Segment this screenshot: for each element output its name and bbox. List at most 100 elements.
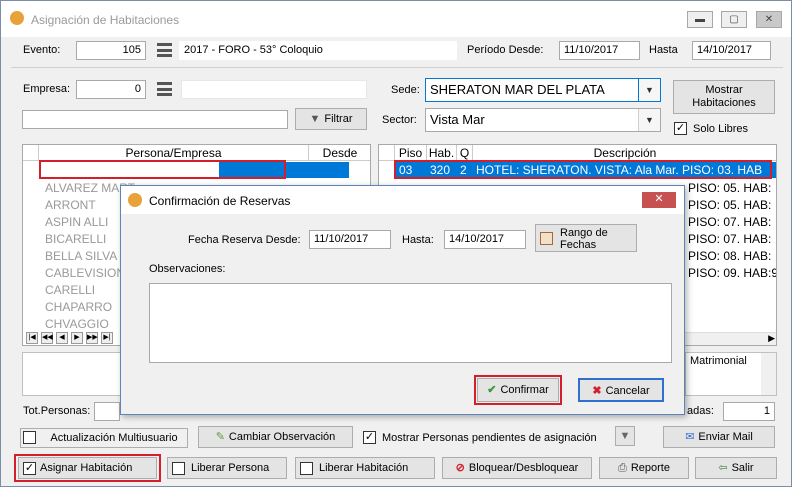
matrimonial-label: Matrimonial (690, 355, 747, 367)
edit-note-icon: ✎ (215, 431, 225, 444)
nav-prev-icon[interactable]: ◀ (56, 332, 68, 344)
close-button[interactable]: ✕ (756, 11, 782, 28)
filtrar-label: Filtrar (324, 113, 353, 125)
nav-next-icon[interactable]: ▶ (71, 332, 83, 344)
empresa-menu-icon[interactable] (157, 82, 172, 96)
cambiar-observacion-button[interactable]: ✎ Cambiar Observación (198, 426, 353, 448)
exit-icon: ⇦ (718, 462, 728, 475)
close-icon: ✖ (592, 385, 602, 398)
evento-input[interactable]: 105 (76, 41, 146, 60)
fecha-desde-input[interactable]: 11/10/2017 (309, 230, 391, 249)
selection-highlight (39, 160, 286, 179)
fecha-hasta-label: Hasta: (402, 234, 434, 246)
liberar-persona-label: Liberar Persona (191, 462, 270, 474)
checkbox-icon (300, 461, 313, 475)
search-input[interactable] (22, 110, 288, 129)
mostrar-pendientes-label: Mostrar Personas pendientes de asignació… (382, 432, 597, 444)
window-title: Asignación de Habitaciones (31, 13, 180, 27)
table-row[interactable]: CHVAGGIO (23, 316, 109, 332)
grid-corner (23, 145, 39, 161)
filter-icon: ▼ (309, 113, 321, 126)
table-row[interactable]: CHAPARRO (23, 299, 112, 315)
observaciones-textarea[interactable] (149, 283, 672, 363)
enviar-mail-button[interactable]: ✉ Enviar Mail (663, 426, 775, 448)
asignadas-input: 1 (723, 402, 775, 421)
fecha-hasta-input[interactable]: 14/10/2017 (444, 230, 526, 249)
minimize-button[interactable]: ▬ (687, 11, 713, 28)
liberar-habitacion-button[interactable]: Liberar Habitación (295, 457, 435, 479)
sector-select[interactable]: Vista Mar ▼ (425, 108, 661, 132)
mostrar-habitaciones-button[interactable]: Mostrar Habitaciones (673, 80, 775, 114)
table-row[interactable]: ARRONT (23, 197, 96, 213)
col-piso[interactable]: Piso (395, 145, 427, 161)
table-row[interactable]: PISO: 07. HAB: (688, 231, 771, 247)
empresa-name-field (181, 80, 367, 99)
col-desde[interactable]: Desde (309, 145, 370, 161)
table-row[interactable]: BICARELLI (23, 231, 106, 247)
cancelar-label: Cancelar (605, 385, 650, 397)
chevron-down-icon[interactable]: ▼ (638, 79, 660, 101)
table-row[interactable]: PISO: 05. HAB: (688, 180, 771, 196)
periodo-hasta-input[interactable]: 14/10/2017 (692, 41, 771, 60)
table-row[interactable]: PISO: 08. HAB: (688, 248, 771, 264)
checkbox-icon (172, 461, 185, 475)
filtrar-button[interactable]: ▼ Filtrar (295, 108, 367, 130)
app-icon (10, 11, 24, 25)
actualizacion-multiusuario[interactable]: Actualización Multiusuario (20, 428, 188, 448)
table-row[interactable]: BELLA SILVA (23, 248, 117, 264)
periodo-hasta-label: Hasta (649, 44, 678, 56)
solo-libres-label: Solo Libres (693, 123, 749, 135)
filter-icon[interactable]: ▼ (615, 426, 635, 446)
tot-personas-label: Tot.Personas: (23, 405, 91, 417)
rango-fechas-label: Rango de Fechas (560, 227, 608, 251)
nav-next-page-icon[interactable]: ▶▶ (86, 332, 98, 344)
evento-description: 2017 - FORO - 53° Coloquio (179, 41, 457, 60)
sede-label: Sede: (391, 84, 420, 96)
nav-prev-page-icon[interactable]: ◀◀ (41, 332, 53, 344)
empresa-label: Empresa: (23, 83, 71, 95)
title-bar: Asignación de Habitaciones ▬ ▢ ✕ (1, 1, 791, 37)
bloquear-button[interactable]: ⊘ Bloquear/Desbloquear (442, 457, 592, 479)
col-hab[interactable]: Hab. (427, 145, 457, 161)
col-persona[interactable]: Persona/Empresa (39, 145, 309, 161)
dialog-title-bar: Confirmación de Reservas ✕ (121, 186, 684, 214)
rango-fechas-button[interactable]: Rango de Fechas (535, 224, 637, 252)
nav-last-icon[interactable]: ▶| (101, 332, 113, 344)
table-row[interactable]: CABLEVISION (23, 265, 125, 281)
vertical-scrollbar[interactable] (761, 353, 776, 395)
table-row[interactable]: PISO: 05. HAB: (688, 197, 771, 213)
col-descripcion[interactable]: Descripción (473, 145, 776, 161)
sede-value: SHERATON MAR DEL PLATA (430, 82, 605, 97)
app-icon (128, 193, 142, 207)
printer-icon: ⎙ (618, 462, 627, 475)
solo-libres-checkbox[interactable]: ✓ (674, 122, 687, 135)
dialog-close-button[interactable]: ✕ (642, 192, 676, 208)
chevron-down-icon[interactable]: ▼ (638, 109, 660, 131)
asignar-highlight (14, 454, 161, 482)
table-row[interactable]: CARELLI (23, 282, 95, 298)
cancelar-button[interactable]: ✖ Cancelar (578, 378, 664, 402)
scroll-right-icon[interactable]: ▶ (768, 333, 775, 344)
periodo-desde-input[interactable]: 11/10/2017 (559, 41, 640, 60)
maximize-button[interactable]: ▢ (721, 11, 747, 28)
cambiar-observacion-label: Cambiar Observación (228, 431, 336, 443)
table-row[interactable]: ASPIN ALLI (23, 214, 108, 230)
observaciones-label: Observaciones: (149, 263, 226, 275)
salir-label: Salir (731, 462, 754, 474)
table-row[interactable]: ALVAREZ MART (23, 180, 135, 196)
divider (11, 67, 783, 68)
nav-first-icon[interactable]: |◀ (26, 332, 38, 344)
reporte-button[interactable]: ⎙ Reporte (599, 457, 689, 479)
evento-menu-icon[interactable] (157, 43, 172, 57)
block-icon: ⊘ (455, 462, 465, 475)
mostrar-pendientes-checkbox[interactable]: ✓ (363, 431, 376, 444)
empresa-input[interactable]: 0 (76, 80, 146, 99)
col-q[interactable]: Q (457, 145, 473, 161)
calendar-icon (540, 232, 553, 245)
table-row[interactable]: PISO: 07. HAB: (688, 214, 771, 230)
table-row[interactable]: PISO: 09. HAB:9 (688, 265, 776, 281)
sector-value: Vista Mar (430, 112, 485, 127)
sede-select[interactable]: SHERATON MAR DEL PLATA ▼ (425, 78, 661, 102)
salir-button[interactable]: ⇦ Salir (695, 457, 777, 479)
liberar-persona-button[interactable]: Liberar Persona (167, 457, 287, 479)
